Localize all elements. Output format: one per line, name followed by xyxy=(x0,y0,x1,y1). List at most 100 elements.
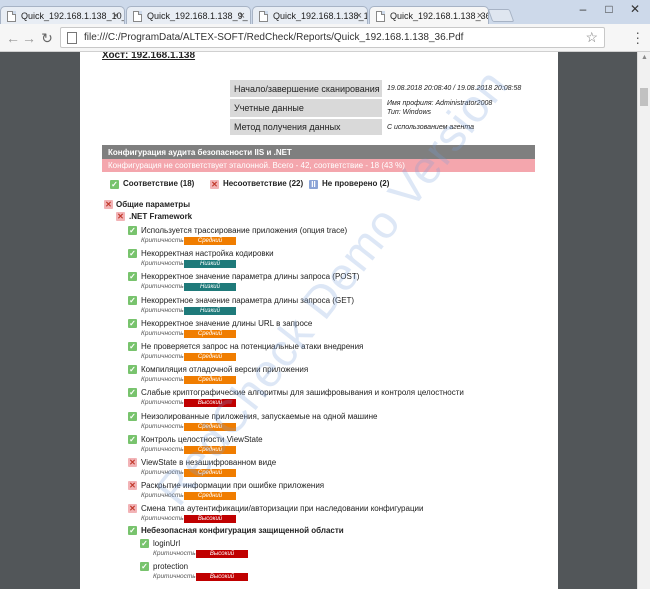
info-value: Имя профиля: Administrator2008 Тип: Wind… xyxy=(382,98,535,119)
criticality-label: Критичность: xyxy=(141,492,186,500)
document-icon xyxy=(376,11,385,22)
browser-toolbar: ← → ↻ file:///C:/ProgramData/ALTEX-SOFT/… xyxy=(0,24,650,52)
criticality-label: Критичность: xyxy=(141,422,186,430)
check-item-label: Раскрытие информации при ошибке приложен… xyxy=(141,481,325,491)
pdf-viewer: Хост: 192.168.1.138 Начало/завершение ск… xyxy=(0,52,650,589)
check-icon: ✓ xyxy=(128,411,137,421)
address-bar[interactable]: file:///C:/ProgramData/ALTEX-SOFT/RedChe… xyxy=(60,27,605,48)
check-item-label: Некорректное значение параметра длины за… xyxy=(141,295,355,305)
tab-3[interactable]: Quick_192.168.1.138_19_ × xyxy=(252,6,368,25)
criticality-label: Критичность: xyxy=(141,469,186,476)
group-protected-area: Небезопасная конфигурация защищенной обл… xyxy=(141,526,344,535)
forward-arrow-icon[interactable]: → xyxy=(20,29,38,47)
url-text: file:///C:/ProgramData/ALTEX-SOFT/RedChe… xyxy=(84,32,464,43)
cross-icon: ✕ xyxy=(128,481,137,491)
check-icon: ✓ xyxy=(140,562,149,572)
reload-icon[interactable]: ↻ xyxy=(38,29,56,47)
new-tab-button[interactable] xyxy=(487,9,515,22)
check-item-label: ViewState в незашифрованном виде xyxy=(141,458,277,467)
info-key: Метод получения данных xyxy=(230,118,382,137)
check-icon: ✓ xyxy=(128,526,137,535)
criticality-label: Критичность: xyxy=(141,515,186,523)
menu-kebab-icon[interactable]: · · · xyxy=(635,25,640,49)
criticality-label: Критичность: xyxy=(141,260,186,268)
minimize-icon[interactable]: – xyxy=(570,0,596,20)
check-icon: ✓ xyxy=(128,318,137,328)
info-value: 19.08.2018 20:08:40 / 19.08.2018 20:08:5… xyxy=(382,80,535,99)
check-item-label: Некорректное значение параметра длины за… xyxy=(141,272,360,282)
legend-ok: Соответствие (18) xyxy=(123,179,195,188)
check-item-label: protection xyxy=(153,562,189,572)
check-icon: ✓ xyxy=(128,295,137,305)
criticality-label: Критичность: xyxy=(141,237,186,244)
check-item-label: Контроль целостности ViewState xyxy=(141,434,263,444)
close-icon[interactable]: × xyxy=(356,10,362,22)
severity-badge: Высокий xyxy=(184,399,236,408)
scroll-up-icon[interactable]: ▲ xyxy=(641,54,648,61)
close-icon[interactable]: × xyxy=(239,10,245,22)
bookmark-star-icon[interactable]: ☆ xyxy=(585,29,598,46)
check-icon: ✓ xyxy=(128,226,137,235)
cross-icon: ✕ xyxy=(104,200,113,209)
cross-icon: ✕ xyxy=(210,180,219,189)
info-key: Учетные данные xyxy=(230,98,382,119)
check-item-label: Слабые криптографические алгоритмы для з… xyxy=(141,388,464,398)
scrollbar-thumb[interactable] xyxy=(640,88,648,106)
document-icon xyxy=(133,11,142,22)
check-icon: ✓ xyxy=(128,365,137,375)
check-item-label: Используется трассирование приложения (о… xyxy=(141,226,348,235)
legend-not-checked: Не проверено (2) xyxy=(322,179,390,188)
close-icon[interactable]: × xyxy=(113,10,119,22)
severity-badge: Высокий xyxy=(196,573,248,582)
info-key: Начало/завершение сканирования xyxy=(230,80,382,99)
tab-strip: Quick_192.168.1.138_10_ × Quick_192.168.… xyxy=(0,0,650,25)
tab-4-title: Quick_192.168.1.138_36.Pdf xyxy=(390,11,488,21)
scrollbar[interactable]: ▲ xyxy=(637,52,650,589)
criticality-label: Критичность: xyxy=(153,573,198,581)
info-value: С использованием агента xyxy=(382,118,535,137)
severity-badge: Средний xyxy=(184,492,236,501)
check-icon: ✓ xyxy=(128,342,137,351)
tab-1-title: Quick_192.168.1.138_10_ xyxy=(21,11,125,21)
tab-1[interactable]: Quick_192.168.1.138_10_ × xyxy=(0,6,125,25)
check-item-label: Смена типа аутентификации/авторизации пр… xyxy=(141,504,424,514)
severity-badge: Средний xyxy=(184,445,236,454)
tab-2-title: Quick_192.168.1.138_9_ xyxy=(147,11,248,21)
page-icon xyxy=(67,32,77,44)
close-icon[interactable]: × xyxy=(477,10,483,22)
pause-icon: II xyxy=(309,180,318,189)
document-icon xyxy=(259,11,268,22)
severity-badge: Средний xyxy=(184,329,236,338)
check-icon: ✓ xyxy=(110,180,119,189)
group-general: Общие параметры xyxy=(116,200,191,209)
group-net-framework: .NET Framework xyxy=(129,212,193,221)
criticality-label: Критичность: xyxy=(141,306,186,314)
check-icon: ✓ xyxy=(128,388,137,398)
check-item-label: Некорректное значение длины URL в запрос… xyxy=(141,318,313,328)
severity-badge: Высокий xyxy=(196,550,248,558)
criticality-label: Критичность: xyxy=(141,353,186,360)
criticality-label: Критичность: xyxy=(141,399,186,407)
check-icon: ✓ xyxy=(128,249,137,259)
check-item-label: Не проверяется запрос на потенциальные а… xyxy=(141,342,364,351)
info-row: Учетные данные Имя профиля: Administrato… xyxy=(230,98,535,119)
severity-badge: Средний xyxy=(184,422,236,431)
window-close-icon[interactable]: ✕ xyxy=(622,0,648,20)
check-item-label: Неизолированные приложения, запускаемые … xyxy=(141,411,378,421)
severity-badge: Высокий xyxy=(184,515,236,524)
criticality-label: Критичность: xyxy=(153,550,198,557)
check-icon: ✓ xyxy=(128,434,137,444)
cross-icon: ✕ xyxy=(128,504,137,514)
severity-badge: Средний xyxy=(184,469,236,477)
tab-2[interactable]: Quick_192.168.1.138_9_ × xyxy=(126,6,251,25)
severity-badge: Низкий xyxy=(184,306,236,315)
document-icon xyxy=(7,11,16,22)
criticality-label: Критичность: xyxy=(141,283,186,291)
maximize-icon[interactable]: □ xyxy=(596,0,622,20)
check-icon: ✓ xyxy=(128,272,137,282)
severity-badge: Средний xyxy=(184,376,236,385)
host-line: Хост: 192.168.1.138 xyxy=(102,52,196,61)
tab-4-active[interactable]: Quick_192.168.1.138_36.Pdf × xyxy=(369,6,489,25)
criticality-label: Критичность: xyxy=(141,376,186,384)
cross-icon: ✕ xyxy=(128,458,137,467)
